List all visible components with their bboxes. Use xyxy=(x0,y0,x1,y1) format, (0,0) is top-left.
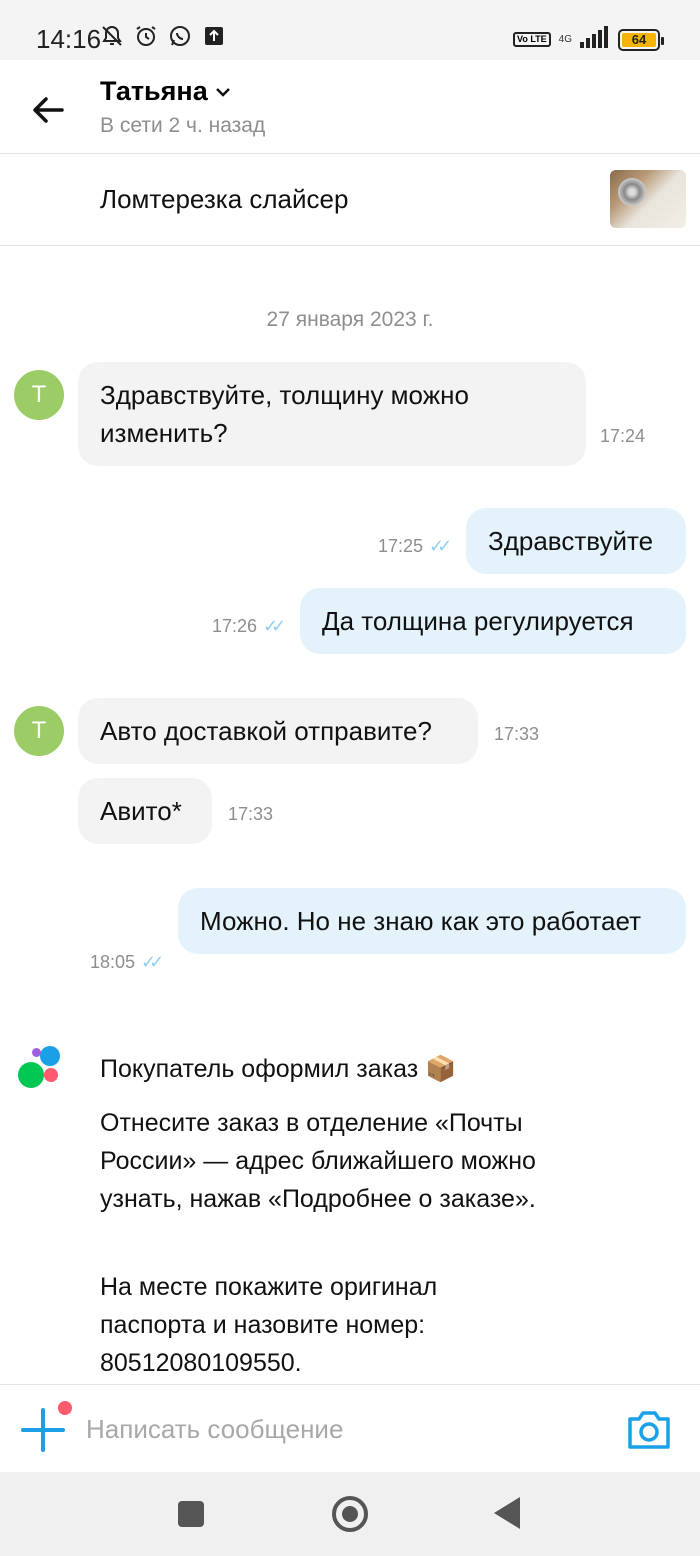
camera-icon xyxy=(628,1411,670,1449)
message-bubble-outgoing[interactable]: Да толщина регулируется xyxy=(300,588,686,654)
message-bubble-incoming[interactable]: Здравствуйте, толщину можно изменить? xyxy=(78,362,586,466)
whatsapp-icon xyxy=(168,24,192,53)
contact-name-button[interactable]: Татьяна xyxy=(100,76,232,107)
read-checkmarks-icon: ✓✓ xyxy=(141,952,164,972)
system-message-paragraph: Отнесите заказ в отделение «Почты России… xyxy=(100,1109,536,1213)
message-time: 17:33 xyxy=(494,724,540,744)
contact-name: Татьяна xyxy=(100,76,208,106)
contact-status: В сети 2 ч. назад xyxy=(100,114,266,137)
message-bubble-incoming[interactable]: Авито* xyxy=(78,778,212,844)
avito-logo-icon xyxy=(16,1046,66,1088)
camera-button[interactable] xyxy=(626,1409,672,1451)
message-time: 17:33 xyxy=(228,804,274,824)
attach-button[interactable] xyxy=(20,1407,66,1453)
upload-icon xyxy=(202,24,226,53)
system-message-paragraph: На месте покажите оригинал паспорта и на… xyxy=(100,1273,438,1377)
chevron-down-icon xyxy=(215,87,230,97)
message-bubble-incoming[interactable]: Авто доставкой отправите? xyxy=(78,698,478,764)
listing-thumbnail xyxy=(610,170,686,228)
read-checkmarks-icon: ✓✓ xyxy=(429,536,452,556)
listing-title: Ломтерезка слайсер xyxy=(100,184,349,214)
avatar[interactable]: Т xyxy=(14,706,64,756)
message-text: Можно. Но не знаю как это работает xyxy=(200,906,642,936)
read-checkmarks-icon: ✓✓ xyxy=(263,616,286,636)
message-time: 17:26 ✓✓ xyxy=(212,616,286,636)
message-time: 17:24 xyxy=(600,426,646,446)
volte-icon: Vo LTE xyxy=(512,32,551,47)
message-text: Здравствуйте, толщину можно изменить? xyxy=(100,380,469,448)
home-button[interactable] xyxy=(332,1496,368,1532)
status-time: 14:16 xyxy=(36,24,102,54)
alarm-icon xyxy=(134,24,158,53)
message-text: Да толщина регулируется xyxy=(322,606,634,636)
signal-icon xyxy=(580,26,610,53)
arrow-left-icon xyxy=(33,97,64,123)
battery-level: 64 xyxy=(622,32,656,47)
listing-banner[interactable]: Ломтерезка слайсер xyxy=(0,154,700,246)
message-time: 17:25 ✓✓ xyxy=(378,536,452,556)
chat-header: Татьяна В сети 2 ч. назад xyxy=(0,60,700,154)
status-bar: 14:16 Vo LTE 4G 64 xyxy=(0,0,700,60)
notification-dot xyxy=(58,1401,72,1415)
message-bubble-outgoing[interactable]: Можно. Но не знаю как это работает xyxy=(178,888,686,954)
message-text: Авито* xyxy=(100,796,182,826)
message-composer xyxy=(0,1384,700,1472)
status-notification-icons xyxy=(100,24,226,53)
message-text: Здравствуйте xyxy=(488,526,654,556)
chat-messages[interactable]: 27 января 2023 г. Т Здравствуйте, толщин… xyxy=(0,246,700,1384)
message-time: 18:05 ✓✓ xyxy=(90,952,164,972)
message-bubble-outgoing[interactable]: Здравствуйте xyxy=(466,508,686,574)
bell-off-icon xyxy=(100,24,124,53)
system-message-title: Покупатель оформил заказ 📦 xyxy=(100,1055,457,1083)
date-separator: 27 января 2023 г. xyxy=(266,308,434,331)
back-button[interactable] xyxy=(28,90,68,130)
message-text: Авто доставкой отправите? xyxy=(100,716,432,746)
message-input[interactable] xyxy=(86,1405,596,1453)
system-back-button[interactable] xyxy=(494,1497,520,1529)
battery-icon: 64 xyxy=(618,28,664,51)
plus-icon xyxy=(21,1408,65,1452)
recent-apps-button[interactable] xyxy=(178,1501,204,1527)
system-nav-bar xyxy=(0,1472,700,1556)
status-system-icons: Vo LTE 4G 64 xyxy=(512,26,664,53)
network-type: 4G xyxy=(558,34,572,45)
avatar[interactable]: Т xyxy=(14,370,64,420)
